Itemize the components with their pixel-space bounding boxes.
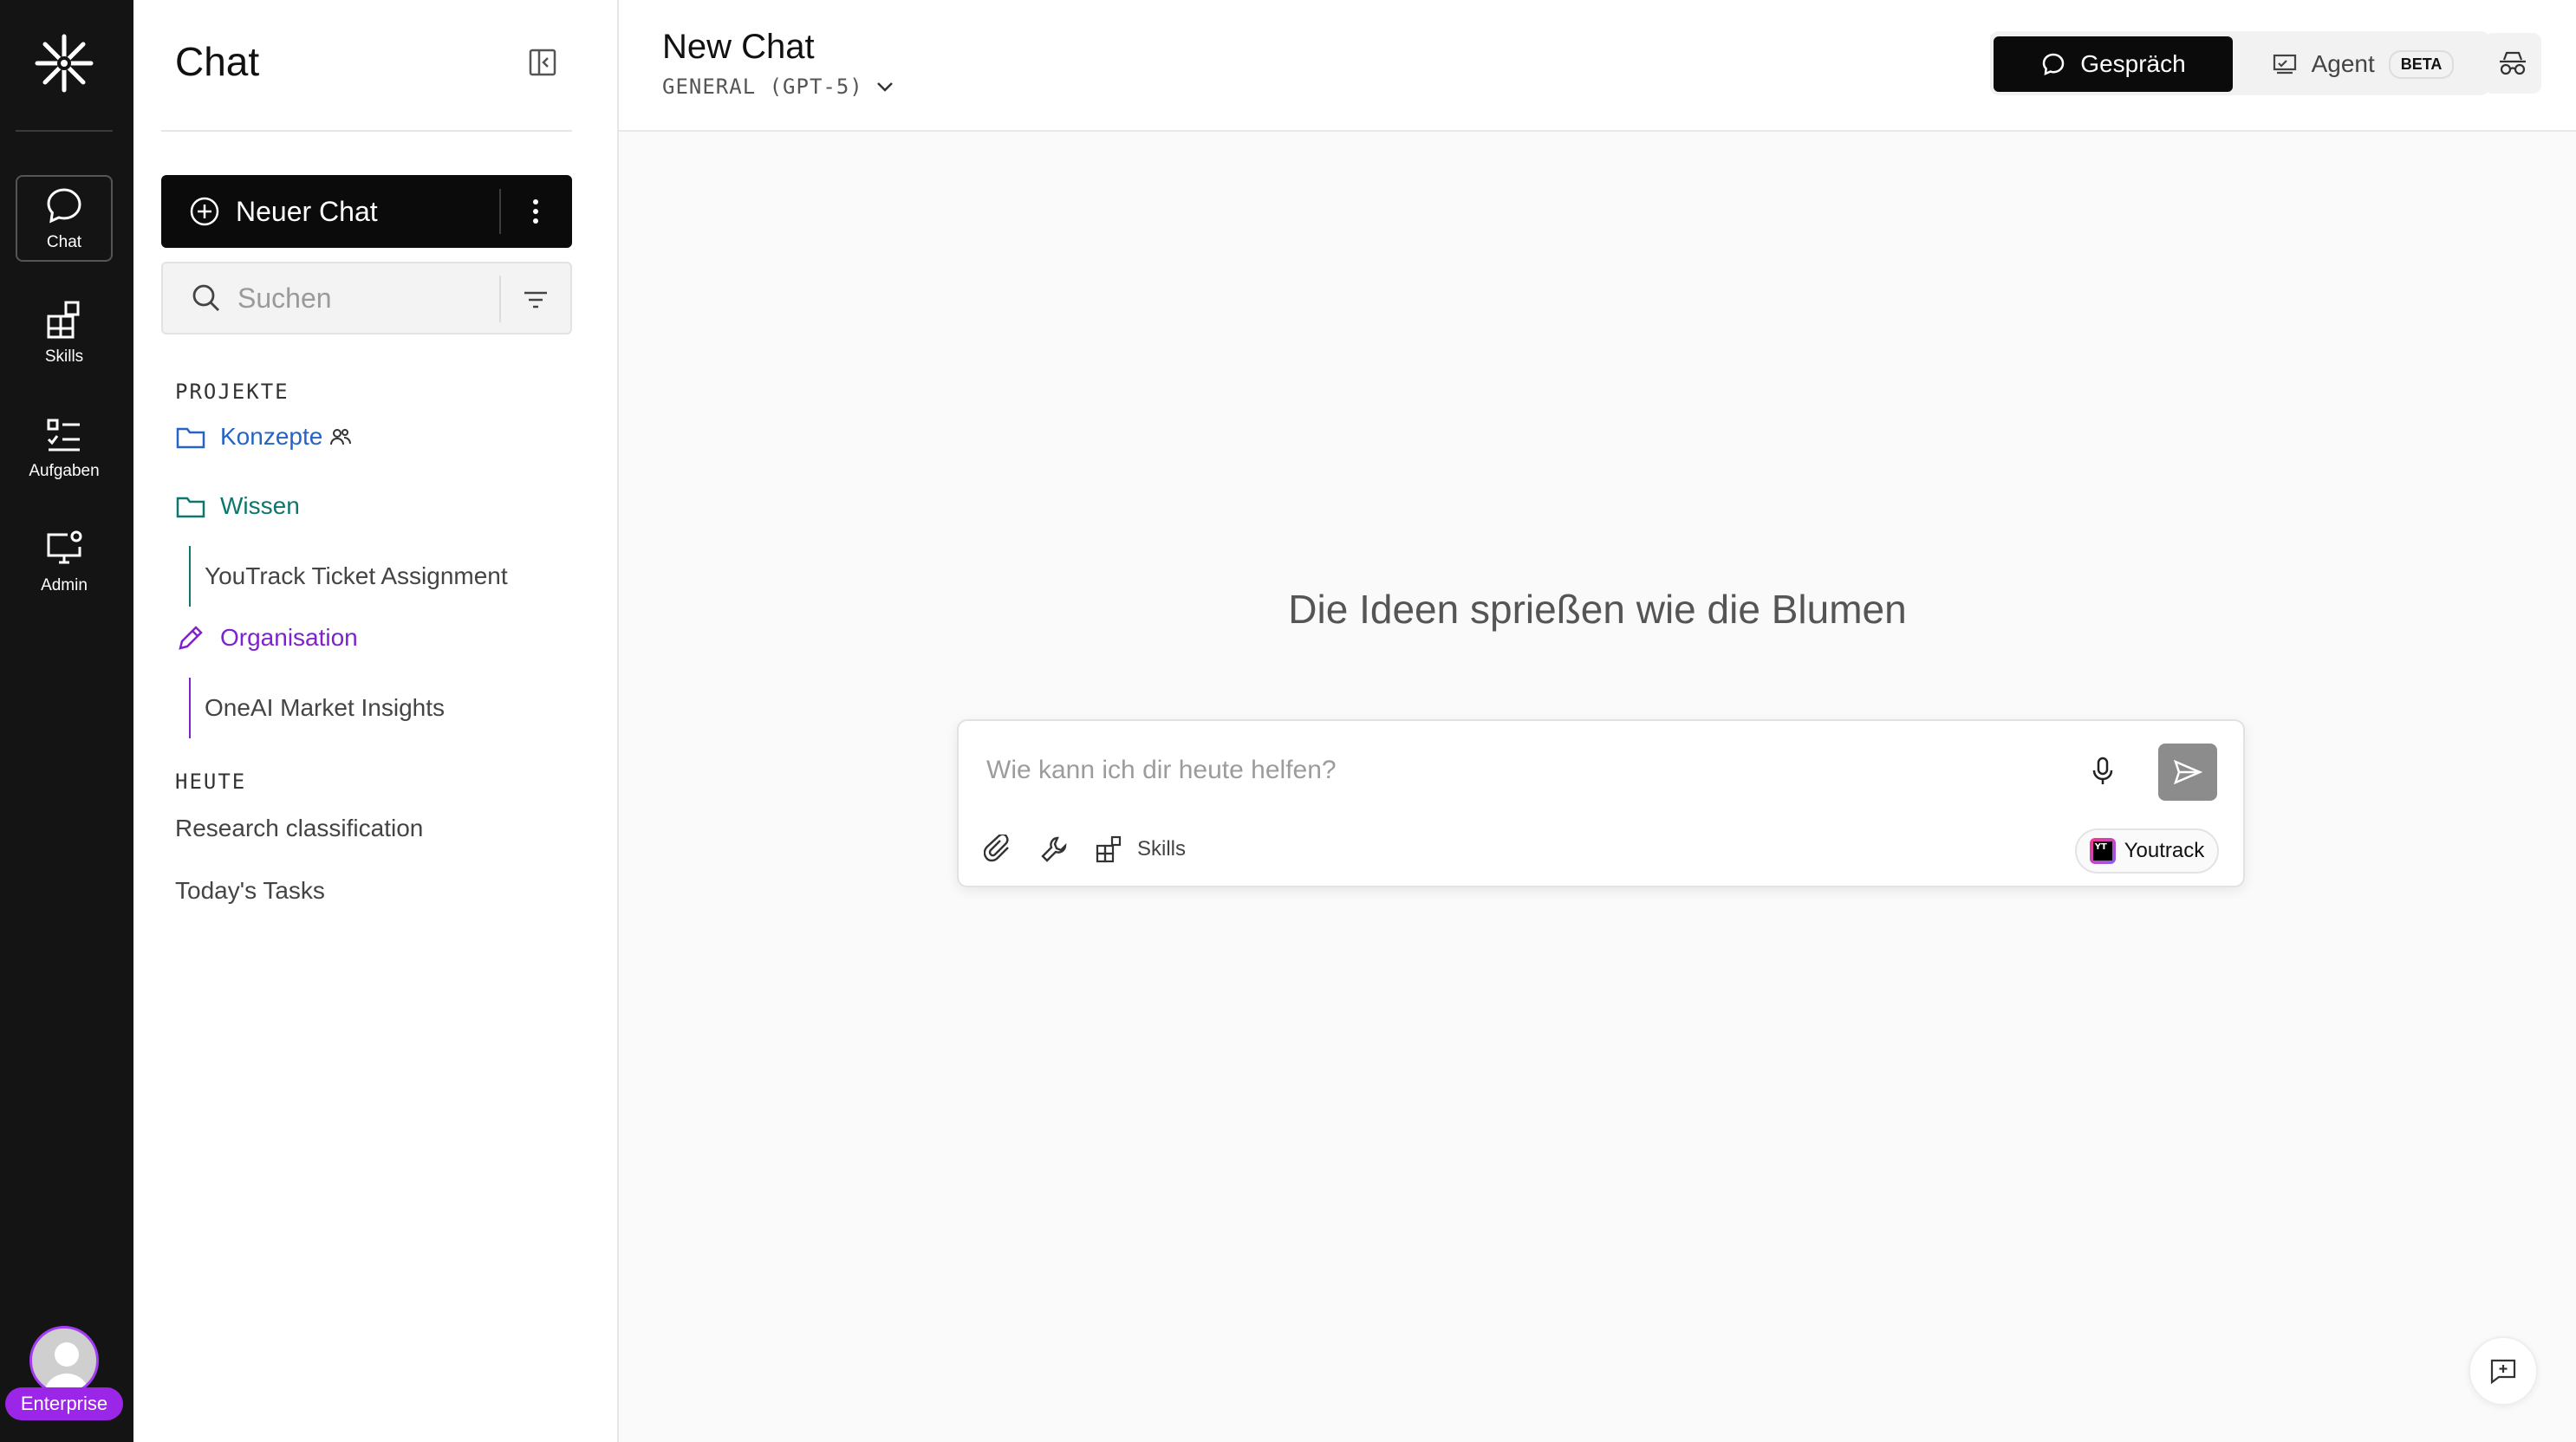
skills-button[interactable] <box>1092 832 1127 867</box>
shared-users-icon <box>330 429 352 445</box>
chat-sidebar: Chat Neuer Chat Suchen PROJEKTE Konzepte… <box>133 0 619 1442</box>
project-item-konzepte[interactable]: Konzepte <box>175 421 352 452</box>
main-panel: New Chat GENERAL (GPT-5) Gespräch Agent … <box>619 0 2576 1442</box>
incognito-icon <box>2500 51 2526 75</box>
user-avatar[interactable] <box>29 1326 99 1395</box>
projects-section-label: PROJEKTE <box>175 380 289 404</box>
model-name: GENERAL (GPT-5) <box>662 75 863 99</box>
search-divider <box>499 276 501 322</box>
rail-item-skills[interactable]: Skills <box>16 289 113 376</box>
model-selector[interactable]: GENERAL (GPT-5) <box>662 75 894 99</box>
plus-circle-icon <box>190 197 219 226</box>
folder-icon <box>176 427 205 449</box>
project-name: Wissen <box>220 492 300 519</box>
collapse-sidebar-button[interactable] <box>525 45 560 80</box>
chevron-down-icon <box>876 82 893 92</box>
wrench-icon <box>1041 836 1067 862</box>
send-button[interactable] <box>2158 744 2217 801</box>
more-vertical-icon <box>533 199 538 224</box>
rail-item-label: Aufgaben <box>29 462 100 480</box>
new-chat-options-button[interactable] <box>518 194 553 229</box>
filter-icon <box>524 291 547 309</box>
mode-conversation-button[interactable]: Gespräch <box>1994 36 2233 92</box>
app-rail: Chat Skills Aufgaben Admin Enterprise <box>0 0 133 1442</box>
microphone-icon <box>2092 757 2113 784</box>
tools-button[interactable] <box>1037 832 1071 867</box>
chat-history-item[interactable]: Research classification <box>175 815 423 842</box>
app-logo[interactable] <box>31 33 97 94</box>
integration-label: Youtrack <box>2124 839 2205 862</box>
rail-item-label: Skills <box>44 348 84 366</box>
chat-history-item[interactable]: Today's Tasks <box>175 877 325 905</box>
task-list-icon <box>47 419 80 451</box>
paperclip-icon <box>984 835 1009 862</box>
skills-grid-icon <box>1096 835 1122 863</box>
chat-bubble-icon <box>2043 53 2065 76</box>
search-icon <box>192 284 219 311</box>
plan-badge: Enterprise <box>5 1387 123 1420</box>
mode-label: Gespräch <box>2080 50 2186 77</box>
beta-badge: BETA <box>2388 49 2455 79</box>
feedback-message-icon <box>2490 1359 2516 1385</box>
rail-divider <box>16 130 113 132</box>
mode-agent-button[interactable]: Agent BETA <box>2250 36 2475 92</box>
user-silhouette-icon <box>43 1342 90 1393</box>
skills-label[interactable]: Skills <box>1137 837 1186 861</box>
message-input[interactable]: Wie kann ich dir heute helfen? <box>986 756 1337 785</box>
project-item-organisation[interactable]: Organisation <box>175 622 358 653</box>
today-section-label: HEUTE <box>175 770 247 794</box>
rail-item-aufgaben[interactable]: Aufgaben <box>16 404 113 490</box>
attach-button[interactable] <box>981 832 1016 867</box>
new-chat-label: Neuer Chat <box>236 195 378 227</box>
skills-grid-icon <box>47 301 80 339</box>
top-bar: New Chat GENERAL (GPT-5) Gespräch Agent … <box>619 0 2576 132</box>
project-chat-item[interactable]: OneAI Market Insights <box>189 678 445 738</box>
button-divider <box>499 189 501 234</box>
project-name: Konzepte <box>220 423 323 450</box>
sparkle-logo-icon <box>35 34 94 93</box>
sidebar-divider <box>161 130 572 132</box>
welcome-headline: Die Ideen sprießen wie die Blumen <box>1288 587 1907 632</box>
message-composer: Wie kann ich dir heute helfen? Skills YT… <box>957 719 2245 887</box>
search-field[interactable]: Suchen <box>161 262 572 335</box>
incognito-button[interactable] <box>2484 33 2541 94</box>
new-chat-button[interactable]: Neuer Chat <box>161 175 572 248</box>
filter-button[interactable] <box>518 283 553 317</box>
project-name: Organisation <box>220 624 358 651</box>
pencil-icon <box>179 626 203 650</box>
mode-label: Agent <box>2311 50 2375 77</box>
rail-item-label: Chat <box>46 233 82 251</box>
feedback-button[interactable] <box>2469 1336 2538 1406</box>
rail-item-chat[interactable]: Chat <box>16 175 113 262</box>
rail-item-label: Admin <box>41 576 88 594</box>
sidebar-collapse-icon <box>529 49 556 76</box>
sidebar-title: Chat <box>175 39 260 84</box>
send-icon <box>2173 759 2203 785</box>
search-placeholder: Suchen <box>237 282 332 314</box>
project-item-wissen[interactable]: Wissen <box>175 490 300 522</box>
folder-icon <box>176 497 205 518</box>
youtrack-logo-icon: YT <box>2089 838 2116 864</box>
agent-monitor-icon <box>2273 54 2296 75</box>
chat-bubble-icon <box>47 188 81 224</box>
youtrack-integration-chip[interactable]: YT Youtrack <box>2075 828 2219 874</box>
voice-input-button[interactable] <box>2085 754 2120 789</box>
project-chat-item[interactable]: YouTrack Ticket Assignment <box>189 546 508 607</box>
admin-monitor-icon <box>47 530 82 564</box>
chat-title: New Chat <box>662 28 815 66</box>
mode-switch: Gespräch Agent BETA <box>1990 31 2489 95</box>
rail-item-admin[interactable]: Admin <box>16 518 113 605</box>
